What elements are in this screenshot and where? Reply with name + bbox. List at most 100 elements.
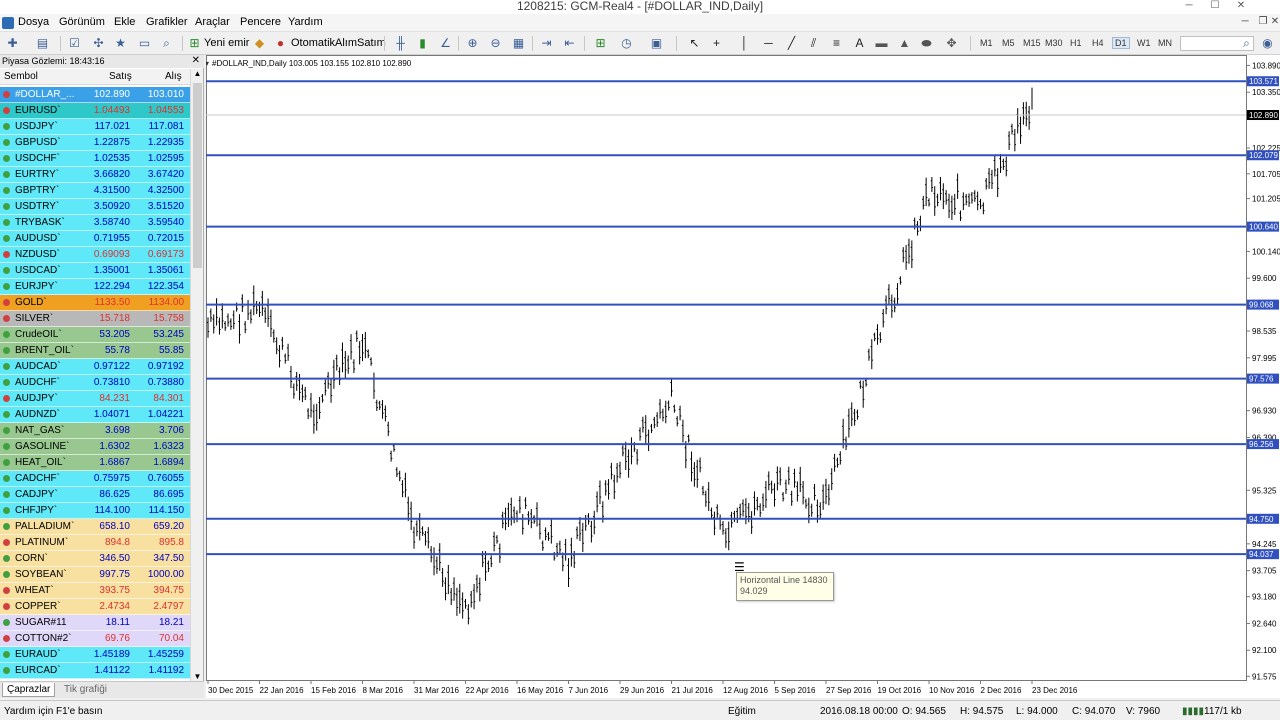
periods-icon[interactable]: ◷	[618, 35, 635, 52]
market-watch-scrollbar[interactable]: ▲ ▼	[190, 69, 203, 681]
close-icon[interactable]: ✕	[192, 55, 200, 67]
table-row[interactable]: GASOLINE` 1.6302 1.6323	[0, 439, 190, 455]
zoom-out-icon[interactable]: ⊖	[487, 35, 504, 52]
indicators-icon[interactable]: ⊞	[592, 35, 609, 52]
menu-ekle[interactable]: Ekle	[114, 16, 135, 28]
channel-icon[interactable]: ⫽	[805, 35, 822, 52]
column-ask[interactable]: Alış	[165, 71, 182, 82]
cursor-icon[interactable]: ↖	[686, 35, 703, 52]
table-row[interactable]: HEAT_OIL` 1.6867 1.6894	[0, 455, 190, 471]
table-row[interactable]: GOLD` 1133.50 1134.00	[0, 295, 190, 311]
timeframe-w1[interactable]: W1	[1137, 38, 1151, 48]
tester-icon[interactable]: ⌕	[158, 35, 175, 52]
tab-caprazlar[interactable]: Çaprazlar	[2, 683, 56, 697]
vertical-line-icon[interactable]: │	[736, 35, 753, 52]
tab-tick-chart[interactable]: Tik grafiği	[60, 683, 111, 697]
table-row[interactable]: PLATINUM` 894.8 895.8	[0, 535, 190, 551]
account-icon[interactable]: ◉	[1259, 35, 1276, 52]
chart-canvas[interactable]: #DOLLAR_IND,Daily 103.005 103.155 102.81…	[206, 55, 1280, 698]
menu-gorunum[interactable]: Görünüm	[59, 16, 105, 28]
horizontal-line-icon[interactable]: ─	[760, 35, 777, 52]
new-chart-icon[interactable]: ✚	[4, 35, 21, 52]
table-row[interactable]: CADJPY` 86.625 86.695	[0, 487, 190, 503]
chart-shift-icon[interactable]: ⇤	[561, 35, 578, 52]
expert-icon[interactable]: ◆	[251, 35, 268, 52]
timeframe-m5[interactable]: M5	[1002, 38, 1015, 48]
table-row[interactable]: BRENT_OIL` 55.78 55.85	[0, 343, 190, 359]
navigator-icon[interactable]: ✣	[90, 35, 107, 52]
ellipse-tool-icon[interactable]: ⬬	[918, 35, 935, 52]
table-row[interactable]: USDTRY` 3.50920 3.51520	[0, 199, 190, 215]
new-order-icon[interactable]: ⊞	[186, 35, 203, 52]
table-row[interactable]: EURAUD` 1.45189 1.45259	[0, 647, 190, 663]
auto-scroll-icon[interactable]: ⇥	[538, 35, 555, 52]
trendline-icon[interactable]: ╱	[783, 35, 800, 52]
terminal-icon[interactable]: ▭	[136, 35, 153, 52]
market-watch-icon[interactable]: ☑	[66, 35, 83, 52]
menu-grafikler[interactable]: Grafikler	[146, 16, 188, 28]
plot-area[interactable]	[206, 55, 1247, 681]
table-row[interactable]: EURCAD` 1.41122 1.41192	[0, 663, 190, 679]
chart-menu-icon[interactable]: ▾	[206, 59, 209, 68]
candlestick-icon[interactable]: ▮	[414, 35, 431, 52]
crosshair-icon[interactable]: +	[708, 35, 725, 52]
minimize-chart-button[interactable]: ─	[1236, 16, 1254, 30]
menu-araclar[interactable]: Araçlar	[195, 16, 230, 28]
arrows-tool-icon[interactable]: ✥	[943, 35, 960, 52]
scrollbar-thumb[interactable]	[193, 83, 202, 268]
timeframe-d1[interactable]: D1	[1112, 37, 1130, 49]
minimize-window-button[interactable]: ─	[1176, 0, 1202, 14]
table-row[interactable]: NAT_GAS` 3.698 3.706	[0, 423, 190, 439]
table-row[interactable]: EURJPY` 122.294 122.354	[0, 279, 190, 295]
table-row[interactable]: USDCHF` 1.02535 1.02595	[0, 151, 190, 167]
table-row[interactable]: AUDCHF` 0.73810 0.73880	[0, 375, 190, 391]
table-row[interactable]: GBPTRY` 4.31500 4.32500	[0, 183, 190, 199]
close-chart-button[interactable]: ✕	[1270, 16, 1280, 30]
table-row[interactable]: NZDUSD` 0.69093 0.69173	[0, 247, 190, 263]
table-row[interactable]: SOYBEAN` 997.75 1000.00	[0, 567, 190, 583]
timeframe-m15[interactable]: M15	[1023, 38, 1041, 48]
table-row[interactable]: #DOLLAR_... 102.890 103.010	[0, 87, 190, 103]
table-row[interactable]: PALLADIUM` 658.10 659.20	[0, 519, 190, 535]
table-row[interactable]: CrudeOIL` 53.205 53.245	[0, 327, 190, 343]
table-row[interactable]: COPPER` 2.4734 2.4797	[0, 599, 190, 615]
scroll-up-icon[interactable]: ▲	[191, 69, 204, 78]
fibonacci-icon[interactable]: ≡	[828, 35, 845, 52]
table-row[interactable]: AUDCAD` 0.97122 0.97192	[0, 359, 190, 375]
table-row[interactable]: COTTON#2` 69.76 70.04	[0, 631, 190, 647]
search-icon[interactable]: ⌕	[1238, 35, 1255, 52]
auto-trading-icon[interactable]: ●	[272, 35, 289, 52]
table-row[interactable]: SUGAR#11 18.11 18.21	[0, 615, 190, 631]
close-window-button[interactable]: ✕	[1228, 0, 1254, 14]
timeframe-h1[interactable]: H1	[1070, 38, 1082, 48]
maximize-window-button[interactable]: ☐	[1202, 0, 1228, 14]
table-row[interactable]: CHFJPY` 114.100 114.150	[0, 503, 190, 519]
triangle-tool-icon[interactable]: ▲	[896, 35, 913, 52]
line-chart-icon[interactable]: ∠	[437, 35, 454, 52]
tile-windows-icon[interactable]: ▦	[510, 35, 527, 52]
timeframe-mn[interactable]: MN	[1158, 38, 1172, 48]
menu-dosya[interactable]: Dosya	[18, 16, 49, 28]
table-row[interactable]: CADCHF` 0.75975 0.76055	[0, 471, 190, 487]
zoom-in-icon[interactable]: ⊕	[464, 35, 481, 52]
timeframe-m30[interactable]: M30	[1045, 38, 1063, 48]
profiles-icon[interactable]: ▤	[34, 35, 51, 52]
templates-icon[interactable]: ▣	[648, 35, 665, 52]
menu-yardim[interactable]: Yardım	[288, 16, 323, 28]
table-row[interactable]: AUDJPY` 84.231 84.301	[0, 391, 190, 407]
table-row[interactable]: EURTRY` 3.66820 3.67420	[0, 167, 190, 183]
table-row[interactable]: AUDNZD` 1.04071 1.04221	[0, 407, 190, 423]
table-row[interactable]: TRYBASK` 3.58740 3.59540	[0, 215, 190, 231]
text-tool-icon[interactable]: A	[851, 35, 868, 52]
favorites-icon[interactable]: ★	[112, 35, 129, 52]
auto-trading-button[interactable]: OtomatikAlımSatım	[291, 37, 386, 49]
table-row[interactable]: GBPUSD` 1.22875 1.22935	[0, 135, 190, 151]
scroll-down-icon[interactable]: ▼	[191, 672, 204, 681]
column-bid[interactable]: Satış	[109, 71, 132, 82]
table-row[interactable]: EURUSD` 1.04493 1.04553	[0, 103, 190, 119]
price-chart[interactable]: #DOLLAR_IND,Daily 103.005 103.155 102.81…	[206, 55, 1280, 698]
timeframe-h4[interactable]: H4	[1092, 38, 1104, 48]
column-symbol[interactable]: Sembol	[4, 71, 38, 82]
label-tool-icon[interactable]: ▬	[873, 35, 890, 52]
new-order-button[interactable]: Yeni emir	[204, 37, 249, 49]
